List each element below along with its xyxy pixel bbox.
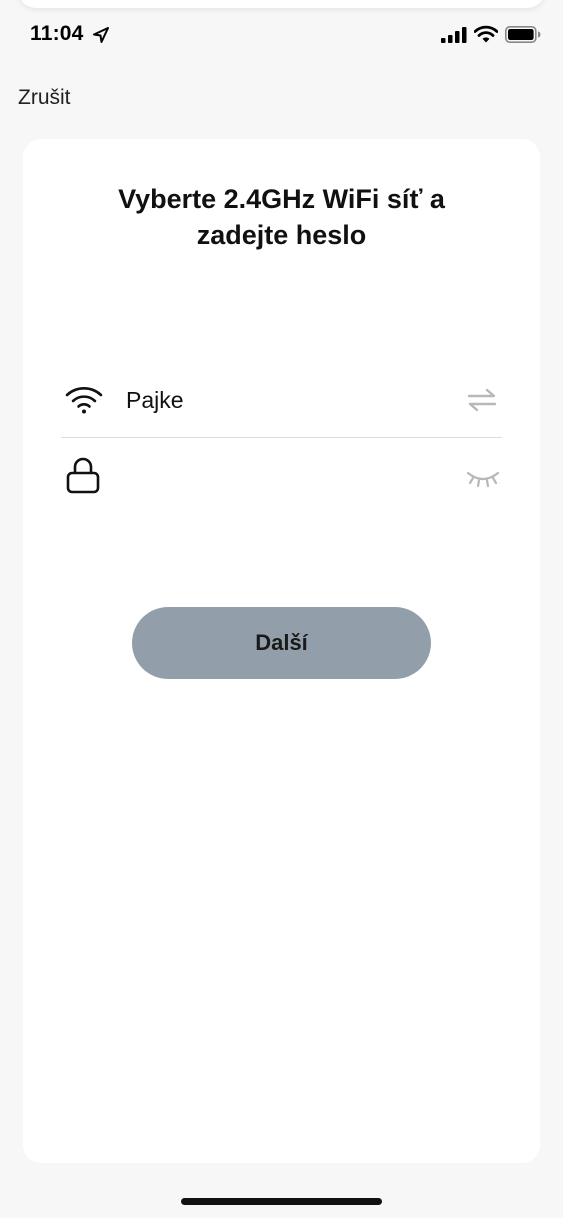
title-line-1: Vyberte 2.4GHz WiFi síť a: [118, 184, 445, 214]
status-time: 11:04: [30, 22, 84, 45]
password-field: [61, 441, 502, 511]
wifi-network-field[interactable]: Pajke: [61, 367, 502, 438]
lock-icon: [66, 457, 100, 494]
cancel-button[interactable]: Zrušit: [18, 86, 71, 110]
home-indicator[interactable]: [181, 1198, 382, 1205]
password-input[interactable]: [126, 455, 446, 495]
top-sheet-edge: [18, 0, 545, 8]
eye-closed-icon[interactable]: [466, 469, 500, 491]
ssid-value: Pajke: [126, 387, 184, 413]
page-title: Vyberte 2.4GHz WiFi síť a zadejte heslo: [23, 181, 540, 253]
wifi-setup-card: Vyberte 2.4GHz WiFi síť a zadejte heslo …: [23, 139, 540, 1163]
wifi-icon: [65, 387, 103, 414]
cellular-signal-icon: [441, 27, 467, 43]
swap-arrows-icon[interactable]: [467, 387, 497, 413]
status-bar: 11:04: [0, 18, 563, 54]
next-button[interactable]: Další: [132, 607, 431, 679]
title-line-2: zadejte heslo: [196, 220, 367, 250]
battery-full-icon: [505, 26, 541, 43]
wifi-icon: [474, 25, 498, 43]
location-arrow-icon: [93, 27, 109, 43]
